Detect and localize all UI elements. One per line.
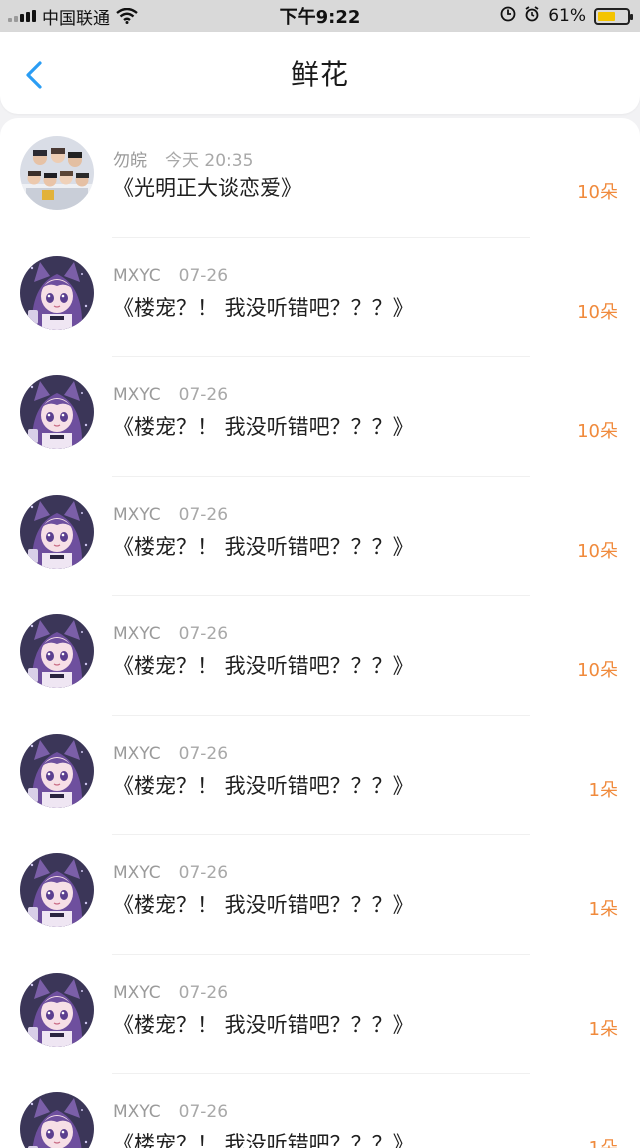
item-meta: MXYC 07-26	[113, 505, 228, 525]
nav-header: 鲜花	[0, 32, 640, 114]
flower-list: 勿皖 今天 20:35 《光明正大谈恋爱》 10朵 MXYC 07-26 《楼宠…	[0, 118, 640, 1148]
list-item[interactable]: MXYC 07-26 《楼宠？！ 我没听错吧？？？》 10朵	[0, 357, 640, 477]
item-meta: MXYC 07-26	[113, 624, 228, 644]
clock: 下午9:22	[279, 7, 361, 28]
anime-girl-avatar	[20, 853, 94, 927]
flower-count: 10朵	[577, 421, 618, 442]
list-item[interactable]: MXYC 07-26 《楼宠？！ 我没听错吧？？？》 10朵	[0, 238, 640, 358]
carrier-label: 中国联通	[42, 8, 110, 29]
item-meta: MXYC 07-26	[113, 744, 228, 764]
item-meta: MXYC 07-26	[113, 266, 228, 286]
timestamp: 今天 20:35	[165, 151, 254, 171]
list-item[interactable]: MXYC 07-26 《楼宠？！ 我没听错吧？？？》 1朵	[0, 955, 640, 1075]
message-text: 《楼宠？！ 我没听错吧？？？》	[113, 1012, 414, 1037]
list-item[interactable]: MXYC 07-26 《楼宠？！ 我没听错吧？？？》 1朵	[0, 1074, 640, 1148]
back-button[interactable]	[22, 60, 48, 90]
flower-count: 1朵	[588, 899, 618, 920]
group-photo-avatar	[20, 136, 94, 210]
flower-count: 10朵	[577, 540, 618, 562]
item-meta: MXYC 07-26	[113, 385, 228, 405]
avatar[interactable]	[20, 494, 94, 569]
avatar[interactable]	[20, 972, 94, 1047]
anime-girl-avatar	[20, 375, 94, 449]
list-item[interactable]: MXYC 07-26 《楼宠？！ 我没听错吧？？？》 10朵	[0, 596, 640, 716]
wifi-icon	[116, 7, 138, 24]
avatar[interactable]	[20, 375, 94, 449]
list-item[interactable]: MXYC 07-26 《楼宠？！ 我没听错吧？？？》 1朵	[0, 835, 640, 955]
flower-count: 1朵	[589, 1134, 618, 1148]
avatar[interactable]	[20, 1092, 94, 1148]
battery-icon	[594, 7, 633, 25]
message-text: 《楼宠？！ 我没听错吧？？？》	[113, 654, 414, 678]
user-name: MXYC	[113, 265, 161, 286]
user-name: MXYC	[113, 385, 161, 405]
battery-percent: 61%	[548, 6, 586, 26]
status-bar: 中国联通 下午9:22 61%	[0, 0, 640, 32]
message-text: 《楼宠？！ 我没听错吧？？？》	[113, 1132, 414, 1148]
timestamp: 07-26	[178, 385, 229, 405]
list-item[interactable]: MXYC 07-26 《楼宠？！ 我没听错吧？？？》 1朵	[0, 716, 640, 836]
timestamp: 07-26	[178, 743, 229, 764]
avatar[interactable]	[20, 136, 94, 210]
user-name: MXYC	[113, 863, 161, 883]
anime-girl-avatar	[20, 733, 94, 808]
timestamp: 07-26	[178, 265, 229, 286]
list-item[interactable]: MXYC 07-26 《楼宠？！ 我没听错吧？？？》 10朵	[0, 477, 640, 597]
anime-girl-avatar	[20, 494, 94, 569]
timestamp: 07-26	[178, 863, 229, 883]
anime-girl-avatar	[20, 614, 94, 688]
message-text: 《光明正大谈恋爱》	[113, 176, 302, 200]
timestamp: 07-26	[178, 982, 229, 1003]
status-right: 61%	[380, 5, 640, 27]
user-name: MXYC	[113, 743, 161, 764]
timestamp: 07-26	[178, 504, 229, 525]
status-left: 中国联通	[0, 4, 260, 29]
flower-count: 10朵	[577, 301, 618, 323]
message-text: 《楼宠？！ 我没听错吧？？？》	[113, 773, 414, 798]
flower-count: 10朵	[577, 182, 618, 203]
flower-count: 1朵	[588, 1018, 618, 1040]
anime-girl-avatar	[20, 972, 94, 1047]
page-title: 鲜花	[290, 58, 349, 91]
avatar[interactable]	[20, 614, 94, 688]
flower-count: 10朵	[577, 660, 618, 681]
item-meta: MXYC 07-26	[113, 863, 228, 883]
anime-girl-avatar	[20, 1092, 94, 1148]
message-text: 《楼宠？！ 我没听错吧？？？》	[113, 534, 414, 559]
item-meta: 勿皖 今天 20:35	[113, 146, 253, 171]
user-name: MXYC	[113, 504, 161, 525]
message-text: 《楼宠？！ 我没听错吧？？？》	[113, 295, 414, 320]
user-name: MXYC	[113, 1102, 161, 1122]
chevron-left-icon	[26, 61, 42, 89]
message-text: 《楼宠？！ 我没听错吧？？？》	[113, 893, 414, 917]
anime-girl-avatar	[20, 255, 94, 330]
item-meta: MXYC 07-26	[113, 983, 228, 1003]
battery-level	[598, 11, 616, 21]
list-item[interactable]: 勿皖 今天 20:35 《光明正大谈恋爱》 10朵	[0, 118, 640, 238]
timestamp: 07-26	[178, 624, 229, 644]
user-name: MXYC	[113, 624, 161, 644]
message-text: 《楼宠？！ 我没听错吧？？？》	[113, 415, 414, 439]
signal-icon	[8, 10, 36, 22]
user-name: MXYC	[113, 982, 161, 1003]
flower-count: 1朵	[588, 779, 618, 801]
timestamp: 07-26	[178, 1102, 229, 1122]
item-meta: MXYC 07-26	[113, 1102, 228, 1122]
user-name: 勿皖	[113, 151, 147, 171]
alarm-icon	[524, 5, 540, 27]
avatar[interactable]	[20, 255, 94, 330]
avatar[interactable]	[20, 733, 94, 808]
location-lock-icon	[500, 6, 516, 27]
avatar[interactable]	[20, 853, 94, 927]
